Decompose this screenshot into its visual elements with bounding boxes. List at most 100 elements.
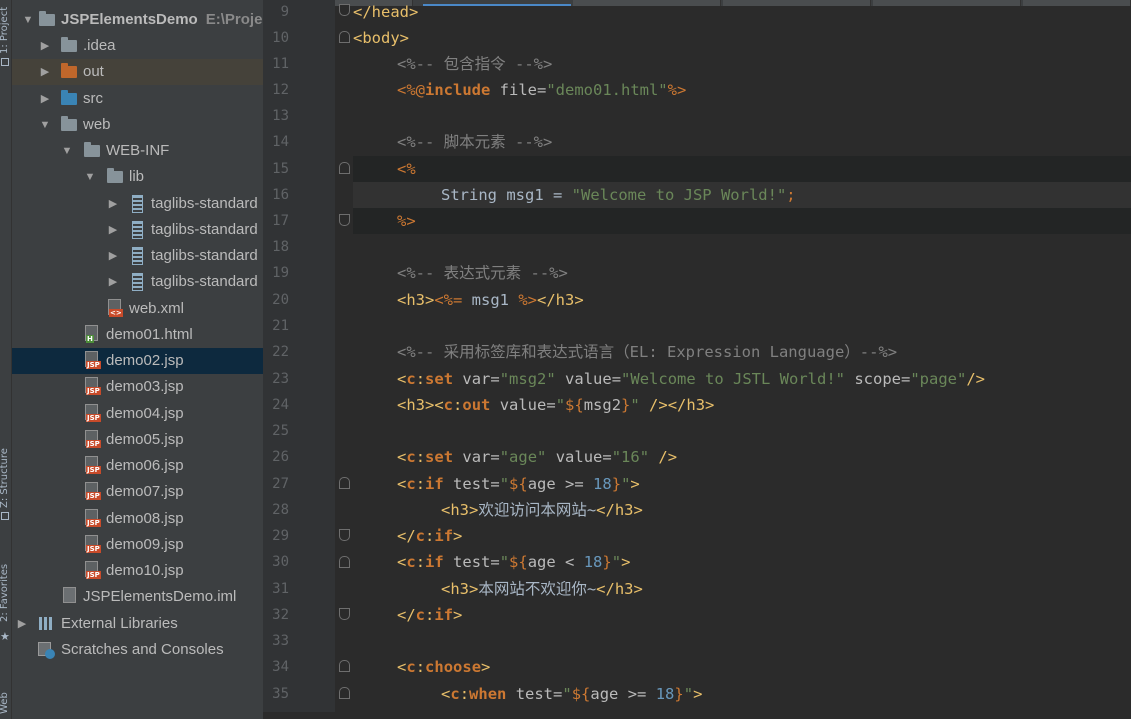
tree-item-file-selected[interactable]: JSP demo02.jsp bbox=[12, 348, 263, 374]
fold-marker-icon[interactable] bbox=[339, 660, 350, 672]
line-number: 11 bbox=[272, 56, 289, 72]
code-line-27: <c:if test="${age >= 18}"> bbox=[397, 475, 640, 493]
fold-marker-icon[interactable] bbox=[339, 4, 350, 16]
tree-item-web-inf[interactable]: ▼ WEB-INF bbox=[12, 138, 263, 164]
chevron-down-icon[interactable]: ▼ bbox=[39, 112, 51, 138]
tree-root[interactable]: ▼ JSPElementsDemo E:\Proje bbox=[12, 7, 263, 33]
code-line-31: <h3>本网站不欢迎你~</h3> bbox=[441, 576, 643, 602]
tree-item-label: demo02.jsp bbox=[106, 352, 184, 369]
tree-item-label: demo08.jsp bbox=[106, 510, 184, 527]
code-editor[interactable]: 9 10 11 12 13 14 15 16 17 18 19 20 21 22… bbox=[263, 0, 1131, 719]
tree-item-label: .idea bbox=[83, 37, 116, 54]
chevron-right-icon[interactable]: ▶ bbox=[39, 59, 51, 85]
tree-item-scratches[interactable]: Scratches and Consoles bbox=[12, 637, 263, 663]
java-string: "Welcome to JSP World!" bbox=[571, 186, 787, 204]
tree-item-jar[interactable]: ▶ taglibs-standard bbox=[12, 269, 263, 295]
folder-icon bbox=[83, 142, 101, 159]
fold-marker-icon[interactable] bbox=[339, 214, 350, 226]
expression-close: %> bbox=[518, 291, 537, 309]
tree-item-jar[interactable]: ▶ taglibs-standard bbox=[12, 243, 263, 269]
code-line-17: %> bbox=[397, 208, 416, 234]
tree-item-lib[interactable]: ▼ lib bbox=[12, 164, 263, 190]
expression-open: <%= bbox=[434, 291, 463, 309]
jsp-comment: <%-- 表达式元素 --%> bbox=[397, 264, 568, 282]
active-tab-indicator bbox=[423, 4, 571, 6]
code-line-20: <h3><%= msg1 %></h3> bbox=[397, 287, 584, 313]
code-line-23: <c:set var="msg2" value="Welcome to JSTL… bbox=[397, 370, 985, 388]
chevron-down-icon[interactable]: ▼ bbox=[61, 138, 73, 164]
chevron-right-icon[interactable]: ▶ bbox=[107, 217, 119, 243]
tree-item-file[interactable]: JSP demo05.jsp bbox=[12, 427, 263, 453]
code-line-9: </head> bbox=[353, 0, 418, 25]
tree-item-jar[interactable]: ▶ taglibs-standard bbox=[12, 217, 263, 243]
html-tag: <h3> bbox=[397, 291, 435, 309]
line-number: 29 bbox=[272, 528, 289, 544]
tree-item-label: demo06.jsp bbox=[106, 457, 184, 474]
tree-item-file[interactable]: JSP demo06.jsp bbox=[12, 453, 263, 479]
editor-tab[interactable] bbox=[873, 0, 1021, 6]
tree-item-iml[interactable]: JSPElementsDemo.iml bbox=[12, 584, 263, 610]
chevron-down-icon[interactable]: ▼ bbox=[22, 7, 34, 33]
fold-marker-icon[interactable] bbox=[339, 608, 350, 620]
tree-item-idea[interactable]: ▶ .idea bbox=[12, 33, 263, 59]
line-number: 33 bbox=[272, 633, 289, 649]
folder-icon bbox=[60, 37, 78, 54]
tree-item-label: web bbox=[83, 116, 111, 133]
fold-marker-icon[interactable] bbox=[339, 31, 350, 43]
tree-item-file[interactable]: JSP demo04.jsp bbox=[12, 401, 263, 427]
web-folder-icon bbox=[60, 116, 78, 133]
tree-item-file[interactable]: JSP demo10.jsp bbox=[12, 558, 263, 584]
jsp-file-icon: JSP bbox=[83, 430, 101, 448]
tree-item-label: WEB-INF bbox=[106, 142, 170, 159]
line-number: 17 bbox=[272, 213, 289, 229]
fold-marker-icon[interactable] bbox=[339, 687, 350, 699]
tree-item-out[interactable]: ▶ out bbox=[12, 59, 263, 85]
scratches-icon bbox=[38, 642, 56, 659]
html-tag: </h3> bbox=[596, 580, 643, 598]
scriptlet-close: %> bbox=[397, 212, 416, 230]
jar-icon bbox=[129, 247, 147, 265]
chevron-down-icon[interactable]: ▼ bbox=[84, 164, 96, 190]
tree-item-file[interactable]: H demo01.html bbox=[12, 322, 263, 348]
tree-item-jar[interactable]: ▶ taglibs-standard bbox=[12, 191, 263, 217]
html-file-icon: H bbox=[83, 325, 101, 343]
chevron-right-icon[interactable]: ▶ bbox=[107, 243, 119, 269]
chevron-right-icon[interactable]: ▶ bbox=[39, 86, 51, 112]
html-tag: </h3> bbox=[537, 291, 584, 309]
fold-marker-icon[interactable] bbox=[339, 162, 350, 174]
tree-item-web[interactable]: ▼ web bbox=[12, 112, 263, 138]
xml-file-icon: <> bbox=[106, 299, 124, 317]
chevron-right-icon[interactable]: ▶ bbox=[39, 33, 51, 59]
chevron-right-icon[interactable]: ▶ bbox=[107, 191, 119, 217]
code-line-10: <body> bbox=[353, 25, 409, 51]
editor-tab[interactable] bbox=[723, 0, 871, 6]
tree-item-file[interactable]: JSP demo08.jsp bbox=[12, 506, 263, 532]
line-number: 12 bbox=[272, 82, 289, 98]
fold-marker-icon[interactable] bbox=[339, 477, 350, 489]
project-tree-panel: ▼ JSPElementsDemo E:\Proje ▶ .idea ▶ out … bbox=[12, 0, 263, 719]
chevron-right-icon[interactable]: ▶ bbox=[107, 269, 119, 295]
tree-item-web-xml[interactable]: <> web.xml bbox=[12, 296, 263, 322]
fold-marker-icon[interactable] bbox=[339, 556, 350, 568]
chevron-right-icon[interactable]: ▶ bbox=[16, 611, 28, 637]
tree-item-file[interactable]: JSP demo09.jsp bbox=[12, 532, 263, 558]
line-number: 10 bbox=[272, 30, 289, 46]
directive-keyword: include bbox=[425, 81, 491, 99]
tree-item-external-libraries[interactable]: ▶ External Libraries bbox=[12, 611, 263, 637]
tree-item-label: taglibs-standard bbox=[151, 195, 258, 212]
code-line-30: <c:if test="${age < 18}"> bbox=[397, 553, 631, 571]
tree-item-label: demo07.jsp bbox=[106, 483, 184, 500]
html-tag: <h3> bbox=[441, 580, 479, 598]
tree-item-label: out bbox=[83, 63, 104, 80]
structure-window-icon bbox=[1, 512, 9, 520]
editor-tab[interactable] bbox=[1023, 0, 1131, 6]
tree-item-file[interactable]: JSP demo03.jsp bbox=[12, 374, 263, 400]
line-number: 13 bbox=[272, 108, 289, 124]
jar-icon bbox=[129, 195, 147, 213]
code-line-26: <c:set var="age" value="16" /> bbox=[397, 448, 678, 466]
fold-marker-icon[interactable] bbox=[339, 529, 350, 541]
java-code: msg1 bbox=[462, 291, 519, 309]
editor-tab[interactable] bbox=[573, 0, 721, 6]
tree-item-src[interactable]: ▶ src bbox=[12, 86, 263, 112]
tree-item-file[interactable]: JSP demo07.jsp bbox=[12, 479, 263, 505]
